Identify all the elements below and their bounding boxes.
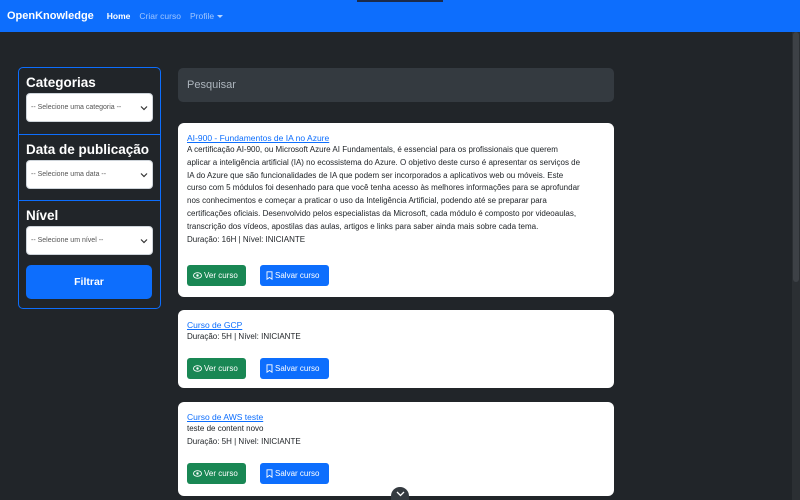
page-scrollbar[interactable] <box>792 32 800 500</box>
course-meta: Duração: 5H | Nível: INICIANTE <box>187 436 301 446</box>
filter-panel: Categorias -- Selecione uma categoria --… <box>18 67 161 309</box>
course-meta: Duração: 5H | Nível: INICIANTE <box>187 332 301 341</box>
description-line: curso com 5 módulos foi desenhado para q… <box>187 183 580 193</box>
save-course-label: Salvar curso <box>275 271 320 280</box>
category-select-value: -- Selecione uma categoria -- <box>31 104 122 111</box>
date-heading: Data de publicação <box>26 142 150 157</box>
chevron-down-icon <box>140 172 148 177</box>
search-input[interactable]: Pesquisar <box>178 68 614 102</box>
card-actions: Ver curso Salvar curso <box>187 358 329 379</box>
view-course-label: Ver curso <box>204 469 238 478</box>
card-actions: Ver curso Salvar curso <box>187 265 329 286</box>
category-heading: Categorias <box>26 75 96 90</box>
course-title-link[interactable]: AI-900 - Fundamentos de IA no Azure <box>187 132 605 144</box>
search-placeholder: Pesquisar <box>187 79 236 91</box>
description-line: certificações oficiais. Desenvolvido pel… <box>187 208 577 218</box>
description-line: aplicar a inteligência artificial (IA) n… <box>187 157 581 167</box>
eye-icon <box>193 470 202 477</box>
view-course-button[interactable]: Ver curso <box>187 358 246 379</box>
save-course-label: Salvar curso <box>275 469 320 478</box>
level-select-value: -- Selecione um nível -- <box>31 237 104 244</box>
nav-create-course[interactable]: Criar curso <box>139 11 181 21</box>
date-select[interactable]: -- Selecione uma data -- <box>26 160 153 189</box>
course-card: Curso de GCP Duração: 5H | Nível: INICIA… <box>178 310 614 388</box>
date-section: Data de publicação -- Selecione uma data… <box>19 135 160 201</box>
nav-profile-dropdown[interactable]: Profile <box>189 11 224 21</box>
save-course-label: Salvar curso <box>275 364 320 373</box>
course-meta: Duração: 16H | Nível: INICIANTE <box>187 234 306 244</box>
nav-home[interactable]: Home <box>107 11 131 21</box>
bookmark-icon <box>266 469 273 478</box>
level-section: Nível -- Selecione um nível -- <box>19 201 160 261</box>
level-select[interactable]: -- Selecione um nível -- <box>26 226 153 255</box>
caret-down-icon <box>217 15 224 19</box>
view-course-label: Ver curso <box>204 364 238 373</box>
bookmark-icon <box>266 271 273 280</box>
date-select-value: -- Selecione uma data -- <box>31 171 107 178</box>
eye-icon <box>193 272 202 279</box>
description-line: A certificação AI-900, ou Microsoft Azur… <box>187 145 558 154</box>
save-course-button[interactable]: Salvar curso <box>260 265 329 286</box>
save-course-button[interactable]: Salvar curso <box>260 358 329 379</box>
nav-profile-label: Profile <box>189 11 215 21</box>
course-description: A certificação AI-900, ou Microsoft Azur… <box>187 144 605 234</box>
scroll-down-button[interactable] <box>391 487 409 500</box>
filter-button[interactable]: Filtrar <box>26 265 152 299</box>
save-course-button[interactable]: Salvar curso <box>260 463 329 484</box>
level-heading: Nível <box>26 208 59 223</box>
course-card: Curso de AWS teste teste de content novo… <box>178 402 614 496</box>
chevron-down-icon <box>140 105 148 110</box>
bookmark-icon <box>266 364 273 373</box>
category-select[interactable]: -- Selecione uma categoria -- <box>26 93 153 122</box>
description-line: nos conhecimentos e começar a praticar o… <box>187 196 547 206</box>
eye-icon <box>193 365 202 372</box>
chevron-down-icon <box>396 491 404 496</box>
view-course-label: Ver curso <box>204 271 238 280</box>
view-course-button[interactable]: Ver curso <box>187 463 246 484</box>
course-description: teste de content novo <box>187 424 264 433</box>
category-section: Categorias -- Selecione uma categoria -- <box>19 68 160 135</box>
brand-logo[interactable]: OpenKnowledge <box>7 10 94 22</box>
top-progress-indicator <box>357 0 443 2</box>
course-title-link[interactable]: Curso de AWS teste <box>187 411 605 423</box>
description-line: transcrição dos vídeos, apostilas das au… <box>187 221 539 231</box>
description-line: IA do Azure que são funcionalidades de I… <box>187 170 564 180</box>
course-card: AI-900 - Fundamentos de IA no Azure A ce… <box>178 123 614 297</box>
chevron-down-icon <box>140 238 148 243</box>
scrollbar-thumb[interactable] <box>793 32 799 282</box>
course-title-link[interactable]: Curso de GCP <box>187 319 605 331</box>
navbar: OpenKnowledge Home Criar curso Profile <box>0 0 800 32</box>
card-actions: Ver curso Salvar curso <box>187 463 329 484</box>
view-course-button[interactable]: Ver curso <box>187 265 246 286</box>
